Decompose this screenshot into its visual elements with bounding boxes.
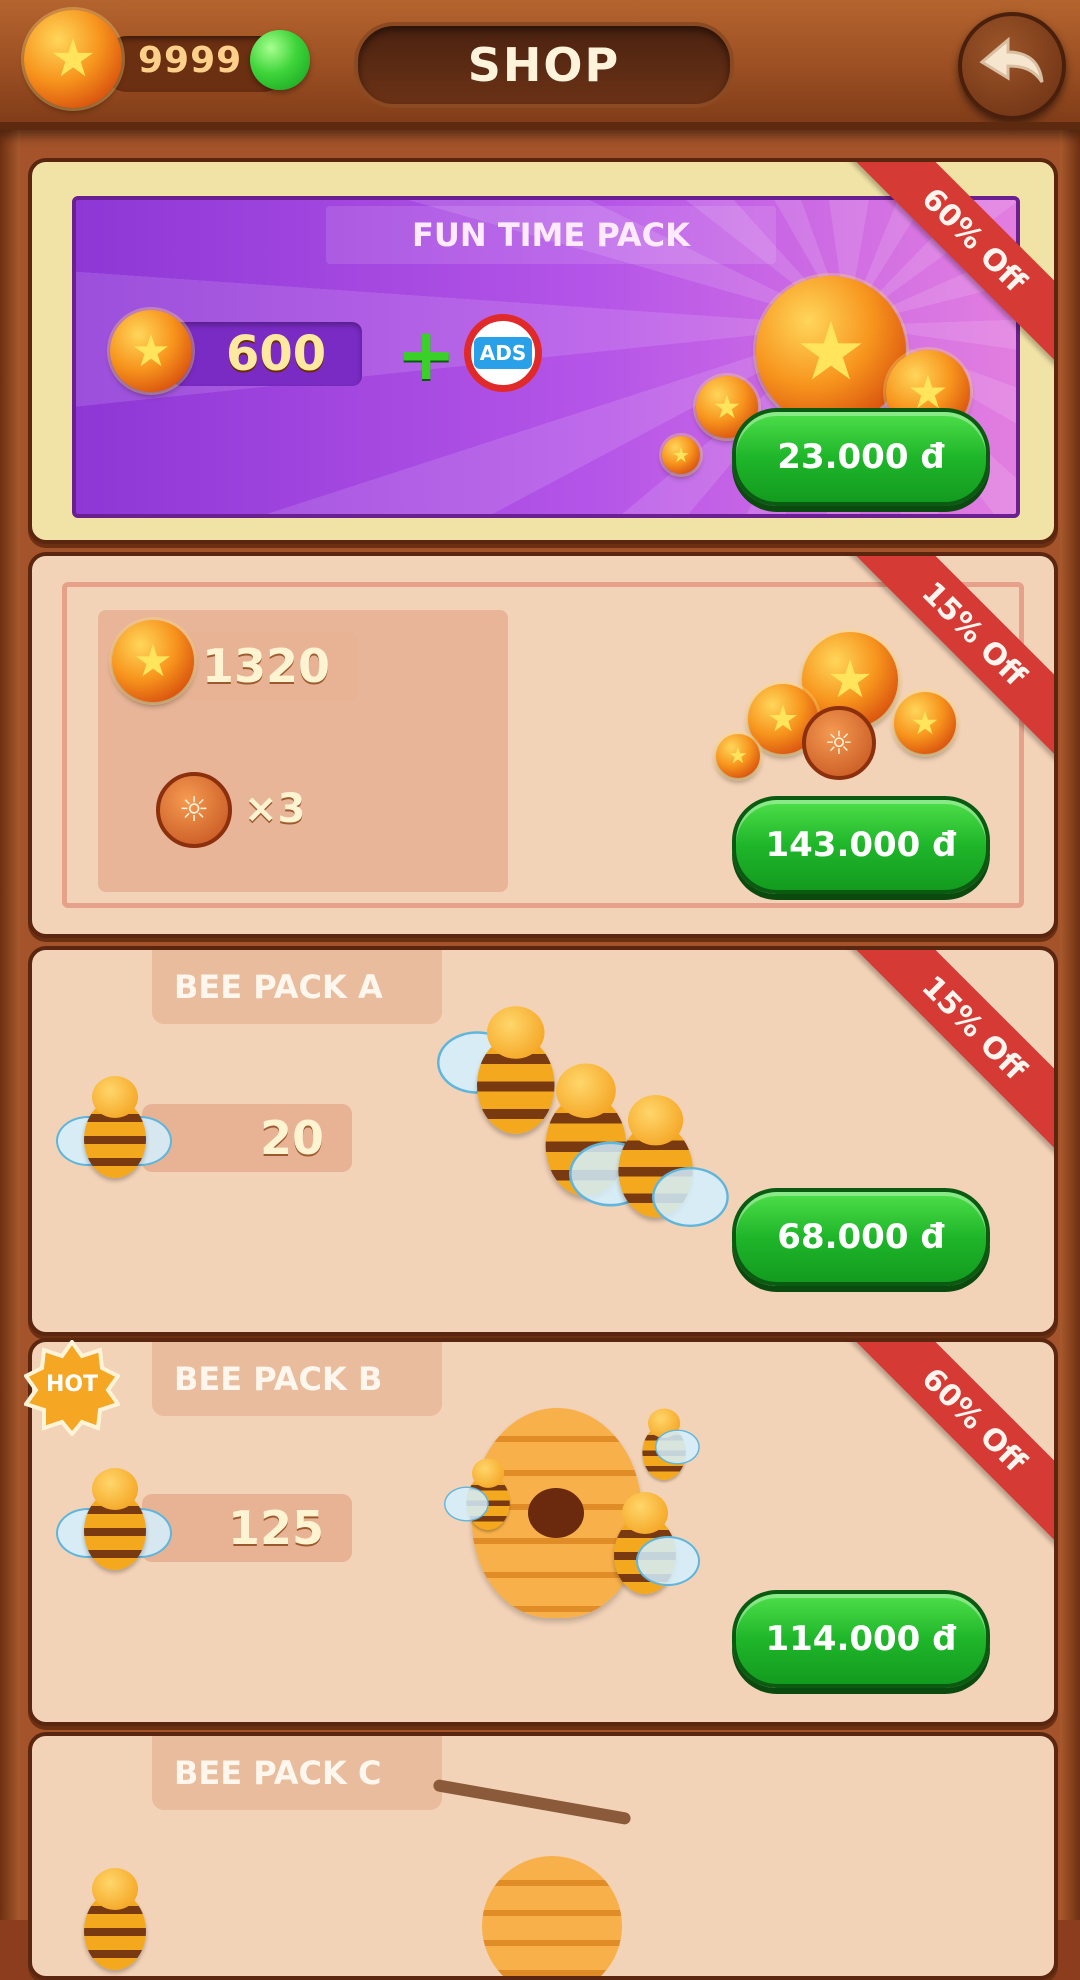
discount-ribbon: 15% Off [848, 950, 1054, 1154]
buy-button[interactable]: 114.000 đ [732, 1590, 990, 1688]
coin-pile-icon: ★ [894, 692, 956, 754]
pack-card-bee-a[interactable]: BEE PACK A 20 68.000 đ 15% Off [28, 946, 1058, 1336]
back-button[interactable] [958, 12, 1066, 120]
back-arrow-icon [979, 36, 1044, 83]
buy-button[interactable]: 143.000 đ [732, 796, 990, 894]
pack-card-fun-time[interactable]: FUN TIME PACK ★ 600 + ADS ★ ★ ★ ★ 23.000… [28, 158, 1058, 544]
plus-icon: + [396, 312, 457, 396]
buy-button[interactable]: 23.000 đ [732, 408, 990, 506]
hint-bulb-icon: ☼ [802, 706, 876, 780]
pack-card-coins-hints[interactable]: 1320 ★ ☼ ×3 ★ ★ ★ ★ ☼ 143.000 đ 15% Off [28, 552, 1058, 938]
buy-button[interactable]: 68.000 đ [732, 1188, 990, 1286]
coin-pile-icon: ★ [716, 734, 760, 778]
hint-count: ×3 [244, 786, 306, 832]
coin-pile-icon: ★ [756, 276, 906, 426]
pack-title: BEE PACK A [152, 950, 442, 1024]
bee-icon [56, 1468, 172, 1578]
bee-swarm-icon [592, 1492, 700, 1602]
bee-swarm-icon [627, 1408, 700, 1486]
bee-amount: 20 [142, 1104, 352, 1172]
bee-swarm-icon [444, 1458, 521, 1536]
hot-badge: HOT [22, 1338, 122, 1438]
bee-icon [56, 1076, 172, 1186]
branch-icon [432, 1778, 632, 1826]
top-bar: ★ 9999 SHOP [0, 0, 1080, 130]
green-gem-icon[interactable] [250, 30, 310, 90]
bee-icon [62, 1868, 162, 1976]
discount-ribbon: 60% Off [848, 1342, 1054, 1546]
bee-swarm-icon [592, 1095, 729, 1227]
star-coin-icon: ★ [24, 10, 122, 108]
coin-amount: 600 [226, 326, 327, 382]
left-wood-frame [0, 130, 20, 1920]
hint-bulb-icon: ☼ [156, 772, 232, 848]
hot-badge-label: HOT [45, 1372, 99, 1397]
star-coin-icon: ★ [110, 310, 192, 392]
coin-pile-icon: ★ [662, 436, 700, 474]
bee-amount: 125 [142, 1494, 352, 1562]
pack-title: FUN TIME PACK [326, 206, 776, 264]
no-ads-icon: ADS [464, 314, 542, 392]
pack-card-bee-b[interactable]: BEE PACK B 125 114.000 đ 60% Off [28, 1338, 1058, 1726]
no-ads-label: ADS [473, 337, 533, 369]
right-wood-frame [1060, 130, 1080, 1920]
star-coin-icon: ★ [112, 620, 194, 702]
beehive-icon [482, 1856, 622, 1976]
page-title: SHOP [354, 22, 734, 108]
pack-card-bee-c[interactable]: BEE PACK C [28, 1732, 1058, 1980]
pack-title: BEE PACK B [152, 1342, 442, 1416]
pack-title: BEE PACK C [152, 1736, 442, 1810]
coin-balance: 9999 [138, 40, 243, 81]
